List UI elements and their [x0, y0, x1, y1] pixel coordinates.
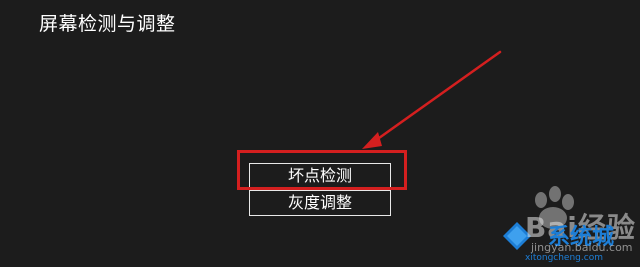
watermark-site-url: xitongcheng.com	[525, 253, 603, 263]
page-title: 屏幕检测与调整	[39, 13, 176, 35]
gray-adjust-button[interactable]: 灰度调整	[249, 190, 391, 216]
dead-pixel-check-button[interactable]: 坏点检测	[249, 163, 391, 189]
